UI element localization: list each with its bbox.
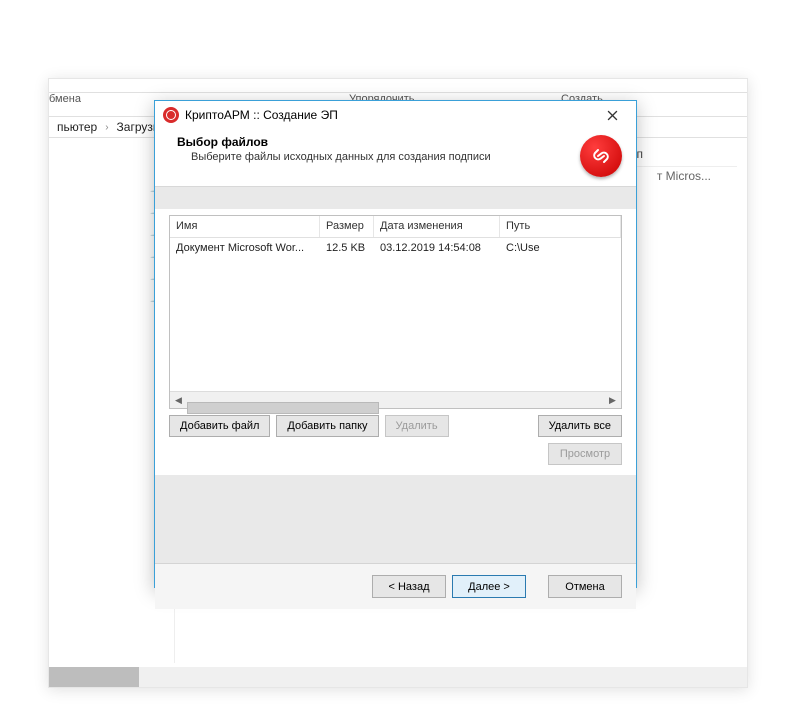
add-file-button[interactable]: Добавить файл — [169, 415, 270, 437]
spacer — [155, 475, 636, 563]
scrollbar-thumb[interactable] — [187, 402, 379, 414]
col-date[interactable]: Дата изменения — [374, 216, 500, 237]
chain-icon — [589, 144, 613, 168]
cryptoarm-dialog: КриптоАРМ :: Создание ЭП Выбор файлов Вы… — [154, 100, 637, 588]
cryptoarm-app-icon — [163, 107, 179, 123]
close-button[interactable] — [594, 104, 630, 126]
dialog-title: КриптоАРМ :: Создание ЭП — [185, 108, 594, 122]
preview-row: Просмотр — [169, 443, 622, 465]
wizard-header: Выбор файлов Выберите файлы исходных дан… — [155, 129, 636, 187]
preview-button: Просмотр — [548, 443, 622, 465]
cell-date: 03.12.2019 14:54:08 — [374, 240, 500, 256]
cell-path: C:\Use — [500, 240, 621, 256]
delete-button: Удалить — [385, 415, 449, 437]
statusbar-segment — [49, 667, 139, 687]
next-button[interactable]: Далее > — [452, 575, 526, 598]
table-row[interactable]: Документ Microsoft Wor... 12.5 KB 03.12.… — [170, 238, 621, 256]
divider — [49, 92, 747, 93]
close-icon — [607, 110, 618, 121]
file-list-table: Имя Размер Дата изменения Путь Документ … — [169, 215, 622, 409]
cancel-button[interactable]: Отмена — [548, 575, 622, 598]
col-size[interactable]: Размер — [320, 216, 374, 237]
cryptoarm-logo-icon — [580, 135, 622, 177]
wizard-step-title: Выбор файлов — [177, 135, 622, 149]
ribbon-group-clipboard: бмена — [49, 93, 81, 105]
horizontal-scrollbar[interactable]: ◀ ▶ — [170, 391, 621, 408]
scroll-right-icon[interactable]: ▶ — [604, 392, 621, 409]
file-action-buttons: Добавить файл Добавить папку Удалить Уда… — [169, 415, 622, 437]
col-path[interactable]: Путь — [500, 216, 621, 237]
wizard-footer: < Назад Далее > Отмена — [155, 563, 636, 609]
wizard-body: Имя Размер Дата изменения Путь Документ … — [155, 209, 636, 475]
screenshot-frame: бмена Упорядочить Создать пьютер › Загру… — [0, 0, 793, 716]
spacer — [155, 187, 636, 209]
dialog-titlebar[interactable]: КриптоАРМ :: Создание ЭП — [155, 101, 636, 129]
delete-all-button[interactable]: Удалить все — [538, 415, 622, 437]
wizard-step-description: Выберите файлы исходных данных для созда… — [177, 151, 622, 163]
file-type-cell: т Micros... — [657, 169, 711, 183]
explorer-statusbar — [49, 667, 747, 687]
scroll-left-icon[interactable]: ◀ — [170, 392, 187, 409]
back-button[interactable]: < Назад — [372, 575, 446, 598]
breadcrumb-segment[interactable]: пьютер — [53, 120, 101, 134]
cell-name: Документ Microsoft Wor... — [170, 240, 320, 256]
cell-size: 12.5 KB — [320, 240, 374, 256]
add-folder-button[interactable]: Добавить папку — [276, 415, 378, 437]
chevron-right-icon: › — [103, 122, 110, 133]
file-table-header: Имя Размер Дата изменения Путь — [170, 216, 621, 238]
col-name[interactable]: Имя — [170, 216, 320, 237]
